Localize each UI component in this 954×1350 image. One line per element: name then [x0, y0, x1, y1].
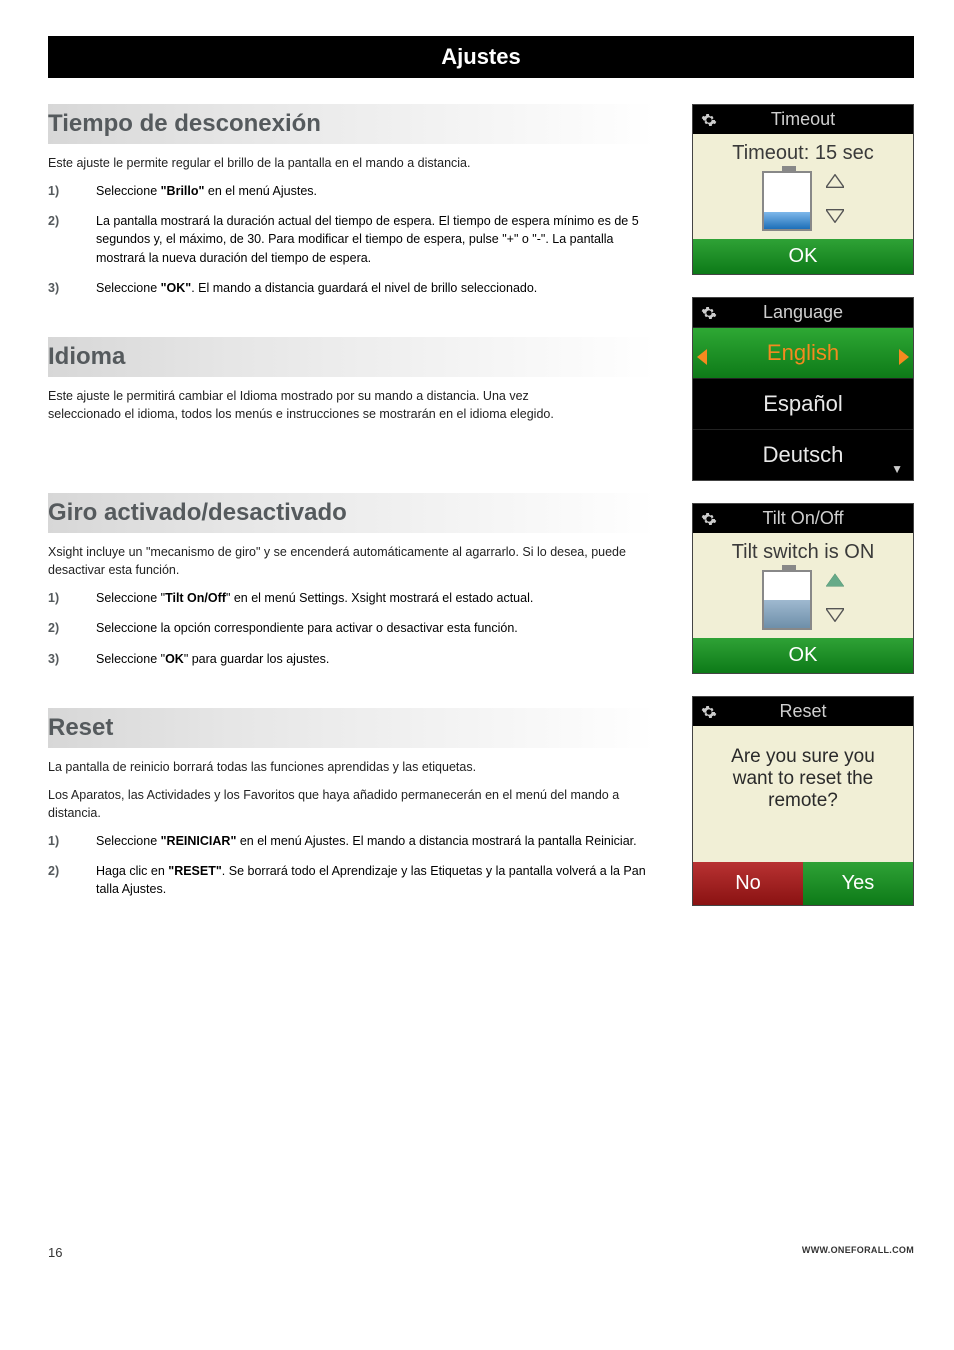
step-text: Seleccione "OK" para guardar los ajustes…	[96, 650, 656, 668]
language-item-deutsch[interactable]: Deutsch	[693, 429, 913, 480]
more-down-icon[interactable]: ▼	[891, 462, 903, 476]
ok-button[interactable]: OK	[693, 638, 913, 673]
battery-icon	[762, 570, 812, 630]
idioma-intro: Este ajuste le permitirá cambiar el Idio…	[48, 387, 578, 423]
tilt-panel: Tilt On/Off Tilt switch is ON OK	[692, 503, 914, 674]
arrow-down-icon[interactable]	[826, 608, 844, 627]
step-text: Haga clic en "RESET". Se borrará todo el…	[96, 862, 656, 898]
step-number: 1)	[48, 832, 96, 850]
reset-heading: Reset	[48, 708, 656, 748]
reset-intro-1: La pantalla de reinicio borrará todas la…	[48, 758, 656, 776]
main-content: Tiempo de desconexión Este ajuste le per…	[48, 104, 656, 938]
page-footer: 16 WWW.ONEFORALL.COM	[48, 1245, 914, 1260]
step-text: Seleccione "Tilt On/Off" en el menú Sett…	[96, 589, 656, 607]
panel-header: Timeout	[693, 105, 913, 134]
reset-message: Are you sure you want to reset the remot…	[693, 726, 913, 862]
arrow-up-icon[interactable]	[826, 174, 844, 193]
step-number: 2)	[48, 619, 96, 637]
step-number: 2)	[48, 212, 96, 266]
language-panel: Language English Español Deutsch ▼	[692, 297, 914, 481]
step-number: 1)	[48, 182, 96, 200]
step-text: Seleccione "OK". El mando a distancia gu…	[96, 279, 656, 297]
tilt-steps: 1) Seleccione "Tilt On/Off" en el menú S…	[48, 589, 656, 667]
yes-button[interactable]: Yes	[803, 862, 913, 905]
timeout-steps: 1) Seleccione "Brillo" en el menú Ajuste…	[48, 182, 656, 297]
panel-title: Language	[701, 302, 905, 323]
tilt-intro: Xsight incluye un "mecanismo de giro" y …	[48, 543, 656, 579]
battery-icon	[762, 171, 812, 231]
ok-button[interactable]: OK	[693, 239, 913, 274]
arrow-down-icon[interactable]	[826, 209, 844, 228]
step-text: Seleccione la opción correspondiente par…	[96, 619, 656, 637]
header-bar: Ajustes	[48, 36, 914, 78]
timeout-panel: Timeout Timeout: 15 sec OK	[692, 104, 914, 275]
panel-title: Reset	[701, 701, 905, 722]
reset-panel: Reset Are you sure you want to reset the…	[692, 696, 914, 906]
step-number: 2)	[48, 862, 96, 898]
language-item-espanol[interactable]: Español	[693, 378, 913, 429]
reset-intro-2: Los Aparatos, las Actividades y los Favo…	[48, 786, 656, 822]
no-button[interactable]: No	[693, 862, 803, 905]
footer-url: WWW.ONEFORALL.COM	[802, 1245, 914, 1260]
step-number: 1)	[48, 589, 96, 607]
timeout-intro: Este ajuste le permite regular el brillo…	[48, 154, 656, 172]
step-text: La pantalla mostrará la duración actual …	[96, 212, 656, 266]
timeout-value: Timeout: 15 sec	[703, 142, 903, 165]
step-text: Seleccione "Brillo" en el menú Ajustes.	[96, 182, 656, 200]
language-item-english[interactable]: English	[693, 327, 913, 378]
step-number: 3)	[48, 279, 96, 297]
page-number: 16	[48, 1245, 62, 1260]
idioma-heading: Idioma	[48, 337, 656, 377]
panel-header: Language	[693, 298, 913, 327]
arrow-up-icon[interactable]	[826, 573, 844, 592]
sidebar-panels: Timeout Timeout: 15 sec OK	[692, 104, 914, 938]
panel-header: Reset	[693, 697, 913, 726]
chevron-right-icon	[899, 345, 909, 361]
step-number: 3)	[48, 650, 96, 668]
panel-title: Tilt On/Off	[701, 508, 905, 529]
reset-steps: 1) Seleccione "REINICIAR" en el menú Aju…	[48, 832, 656, 898]
tilt-heading: Giro activado/desactivado	[48, 493, 656, 533]
panel-header: Tilt On/Off	[693, 504, 913, 533]
panel-title: Timeout	[701, 109, 905, 130]
chevron-left-icon	[697, 345, 707, 361]
language-label: English	[767, 340, 839, 365]
timeout-heading: Tiempo de desconexión	[48, 104, 656, 144]
step-text: Seleccione "REINICIAR" en el menú Ajuste…	[96, 832, 656, 850]
tilt-status: Tilt switch is ON	[703, 541, 903, 564]
